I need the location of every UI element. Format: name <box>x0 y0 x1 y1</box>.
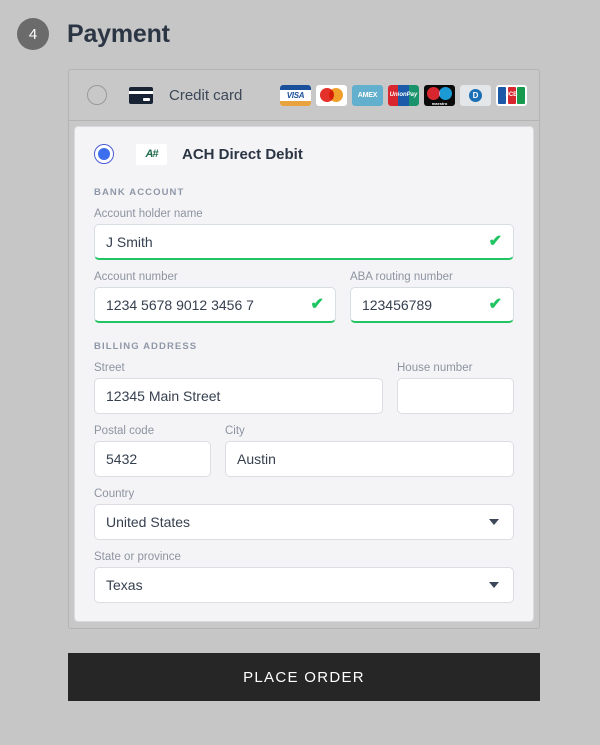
account-holder-name-label: Account holder name <box>94 208 203 220</box>
country-group: Country United States <box>94 488 514 540</box>
place-order-button[interactable]: PLACE ORDER <box>68 653 540 701</box>
street-input[interactable]: 12345 Main Street <box>94 378 383 414</box>
account-number-label: Account number <box>94 271 178 283</box>
credit-card-radio[interactable] <box>87 85 107 105</box>
house-number-input[interactable] <box>397 378 514 414</box>
postal-code-label: Postal code <box>94 425 155 437</box>
house-number-group: House number <box>397 362 514 414</box>
jcb-icon: JCB <box>496 84 527 106</box>
aba-routing-number-value: 123456789 <box>361 296 433 313</box>
account-holder-name-value: J Smith <box>106 233 153 250</box>
state-or-province-label: State or province <box>94 551 181 563</box>
account-numbers-row: Account number 1234 5678 9012 3456 7 ✔ A… <box>94 271 515 323</box>
ach-header[interactable]: A# ACH Direct Debit <box>94 141 514 167</box>
country-value: United States <box>106 514 191 530</box>
ach-logo-icon: A# <box>136 143 167 165</box>
state-or-province-select[interactable]: Texas <box>94 567 514 603</box>
credit-card-icon <box>129 86 153 104</box>
city-value: Austin <box>237 451 276 467</box>
ach-label: ACH Direct Debit <box>182 145 303 163</box>
account-number-input[interactable]: 1234 5678 9012 3456 7 ✔ <box>94 287 336 323</box>
diners-club-icon: D <box>460 84 491 106</box>
amex-icon: AMEX <box>352 84 383 106</box>
payment-methods-panel: Credit card VISA AMEX UnionPay maestro D <box>68 69 540 629</box>
account-holder-name-input[interactable]: J Smith ✔ <box>94 224 514 260</box>
street-row: Street 12345 Main Street House number <box>94 362 514 414</box>
postal-code-input[interactable]: 5432 <box>94 441 211 477</box>
street-value: 12345 Main Street <box>106 388 221 404</box>
payment-method-ach[interactable]: A# ACH Direct Debit BANK ACCOUNT Account… <box>74 126 534 622</box>
city-group: City Austin <box>225 425 514 477</box>
house-number-label: House number <box>397 362 473 374</box>
valid-check-icon: ✔ <box>488 232 502 250</box>
ach-radio[interactable] <box>94 144 114 164</box>
bank-account-section-heading: BANK ACCOUNT <box>94 187 185 198</box>
billing-address-section-heading: BILLING ADDRESS <box>94 341 198 352</box>
city-input[interactable]: Austin <box>225 441 514 477</box>
aba-routing-number-label: ABA routing number <box>349 271 453 283</box>
account-holder-name-group: Account holder name J Smith ✔ <box>94 208 514 260</box>
postal-city-row: Postal code 5432 City Austin <box>94 425 514 477</box>
page-title: Payment <box>67 19 170 48</box>
state-or-province-group: State or province Texas <box>94 551 514 603</box>
page-header: 4 Payment <box>0 0 600 56</box>
aba-routing-number-input[interactable]: 123456789 ✔ <box>349 287 515 323</box>
step-number-badge: 4 <box>17 18 49 50</box>
valid-check-icon: ✔ <box>488 295 503 313</box>
mastercard-icon <box>316 84 347 106</box>
account-number-group: Account number 1234 5678 9012 3456 7 ✔ <box>94 271 336 323</box>
country-select[interactable]: United States <box>94 504 514 540</box>
postal-code-group: Postal code 5432 <box>94 425 211 477</box>
unionpay-icon: UnionPay <box>388 84 419 106</box>
aba-routing-number-group: ABA routing number 123456789 ✔ <box>349 271 515 323</box>
street-group: Street 12345 Main Street <box>94 362 383 414</box>
state-or-province-value: Texas <box>106 577 143 593</box>
city-label: City <box>225 425 245 437</box>
postal-code-value: 5432 <box>106 451 138 467</box>
chevron-down-icon <box>489 519 499 525</box>
visa-icon: VISA <box>280 84 311 106</box>
chevron-down-icon <box>489 582 499 588</box>
payment-method-credit-card[interactable]: Credit card VISA AMEX UnionPay maestro D <box>69 70 539 121</box>
country-label: Country <box>94 488 135 500</box>
valid-check-icon: ✔ <box>310 295 324 313</box>
street-label: Street <box>94 362 125 374</box>
maestro-icon: maestro <box>424 84 455 106</box>
credit-card-label: Credit card <box>169 86 243 104</box>
card-brand-logos: VISA AMEX UnionPay maestro D JCB <box>280 84 527 106</box>
account-number-value: 1234 5678 9012 3456 7 <box>106 296 254 313</box>
